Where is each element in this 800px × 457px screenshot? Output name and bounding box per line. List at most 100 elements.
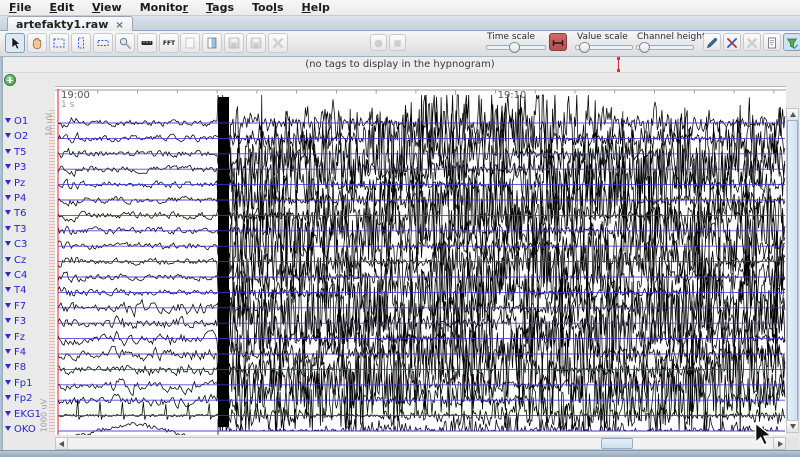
channel-label-F4[interactable]: F4 — [5, 346, 53, 359]
snap-to-page-toggle[interactable] — [549, 33, 567, 51]
record-button[interactable] — [370, 34, 387, 51]
channel-label-C4[interactable]: C4 — [5, 269, 53, 282]
application-window: FileEditViewMonitorTagsToolsHelp artefak… — [0, 0, 800, 457]
channel-collapse-arrow-icon[interactable] — [5, 241, 11, 246]
channel-collapse-arrow-icon[interactable] — [5, 349, 11, 354]
vertical-scrollbar-thumb[interactable] — [787, 120, 798, 421]
menu-edit[interactable]: Edit — [41, 0, 83, 14]
scroll-down-arrow[interactable] — [787, 420, 798, 432]
select-row-tool-button[interactable] — [93, 33, 113, 53]
add-tag-button[interactable] — [4, 74, 16, 86]
select-region-tool-button[interactable] — [49, 33, 69, 53]
channel-height-slider[interactable] — [636, 42, 692, 51]
record-icon — [372, 37, 385, 50]
edit-signal-parameters-button[interactable] — [703, 33, 721, 51]
channel-collapse-arrow-icon[interactable] — [5, 380, 11, 385]
channel-collapse-arrow-icon[interactable] — [5, 395, 11, 400]
channel-collapse-arrow-icon[interactable] — [5, 303, 11, 308]
tab-artefakty1-raw[interactable]: artefakty1.raw× — [7, 16, 133, 31]
hypnogram-panel[interactable]: (no tags to display in the hypnogram) — [0, 57, 800, 73]
document-preferences-button[interactable] — [202, 33, 222, 53]
menu-tools[interactable]: Tools — [243, 0, 293, 14]
channel-label-Fp2[interactable]: Fp2 — [5, 392, 53, 405]
channel-name: T4 — [14, 285, 26, 296]
channel-label-OKO[interactable]: OKO — [5, 423, 53, 436]
new-document-button[interactable] — [180, 33, 200, 53]
channel-collapse-arrow-icon[interactable] — [5, 195, 11, 200]
hypnogram-position-marker[interactable] — [618, 58, 619, 71]
channel-name: F3 — [14, 316, 26, 327]
channel-height-slider-thumb[interactable] — [639, 42, 650, 53]
channel-label-O2[interactable]: O2 — [5, 130, 53, 143]
channel-name: F8 — [14, 362, 26, 373]
channel-collapse-arrow-icon[interactable] — [5, 118, 11, 123]
vertical-scrollbar[interactable] — [786, 108, 799, 433]
channel-label-T6[interactable]: T6 — [5, 207, 53, 220]
stop-button[interactable] — [389, 34, 406, 51]
channel-label-Cz[interactable]: Cz — [5, 254, 53, 267]
channel-collapse-arrow-icon[interactable] — [5, 210, 11, 215]
time-scale-slider[interactable] — [486, 42, 544, 51]
save-document-button[interactable] — [224, 33, 244, 53]
channel-label-T3[interactable]: T3 — [5, 223, 53, 236]
page-icon — [183, 36, 197, 50]
montage-tools-button[interactable] — [723, 33, 741, 51]
channel-label-Pz[interactable]: Pz — [5, 177, 53, 190]
channel-label-T4[interactable]: T4 — [5, 284, 53, 297]
signal-traces — [55, 87, 786, 435]
scroll-left-arrow[interactable] — [56, 438, 68, 449]
channel-collapse-arrow-icon[interactable] — [5, 257, 11, 262]
channel-collapse-arrow-icon[interactable] — [5, 287, 11, 292]
channel-collapse-arrow-icon[interactable] — [5, 133, 11, 138]
filters-button[interactable] — [783, 33, 800, 51]
save-document-as-button[interactable] — [246, 33, 266, 53]
channel-collapse-arrow-icon[interactable] — [5, 426, 11, 431]
channel-label-Fz[interactable]: Fz — [5, 331, 53, 344]
doc-info-icon — [765, 36, 779, 50]
ruler-tool-button[interactable] — [137, 33, 157, 53]
value-scale-slider-thumb[interactable] — [579, 42, 590, 53]
channel-label-F7[interactable]: F7 — [5, 300, 53, 313]
time-scale-slider-thumb[interactable] — [509, 42, 520, 53]
remove-montage-button[interactable] — [743, 33, 761, 51]
value-scale-slider[interactable] — [575, 42, 631, 51]
channel-label-P4[interactable]: P4 — [5, 192, 53, 205]
pointer-tool-button[interactable] — [5, 33, 25, 53]
channel-name: F4 — [14, 347, 26, 358]
channel-collapse-arrow-icon[interactable] — [5, 411, 11, 416]
channel-collapse-arrow-icon[interactable] — [5, 334, 11, 339]
channel-label-F3[interactable]: F3 — [5, 315, 53, 328]
horizontal-scrollbar-thumb[interactable] — [601, 438, 633, 449]
channel-label-Fp1[interactable]: Fp1 — [5, 377, 53, 390]
channel-collapse-arrow-icon[interactable] — [5, 272, 11, 277]
menu-monitor[interactable]: Monitor — [131, 0, 197, 14]
menu-file[interactable]: File — [0, 0, 41, 14]
channel-label-EKG1[interactable]: EKG1 — [5, 408, 53, 421]
channel-collapse-arrow-icon[interactable] — [5, 164, 11, 169]
channel-collapse-arrow-icon[interactable] — [5, 149, 11, 154]
channel-label-F8[interactable]: F8 — [5, 361, 53, 374]
close-document-button[interactable] — [268, 33, 288, 53]
channel-label-C3[interactable]: C3 — [5, 238, 53, 251]
channel-label-T5[interactable]: T5 — [5, 146, 53, 159]
menu-view[interactable]: View — [83, 0, 131, 14]
signal-plot-area[interactable]: 19:00 19:10 1 s — [55, 86, 786, 435]
menu-tags[interactable]: Tags — [197, 0, 243, 14]
horizontal-scrollbar[interactable] — [55, 437, 786, 450]
channel-name: P4 — [14, 193, 26, 204]
tab-close-icon[interactable]: × — [115, 20, 123, 31]
select-column-tool-button[interactable] — [71, 33, 91, 53]
channel-collapse-arrow-icon[interactable] — [5, 226, 11, 231]
channel-height-label: Channel height — [637, 32, 706, 42]
channel-collapse-arrow-icon[interactable] — [5, 180, 11, 185]
channel-label-P3[interactable]: P3 — [5, 161, 53, 174]
hand-tool-button[interactable] — [27, 33, 47, 53]
fft-tool-button[interactable]: FFT — [159, 33, 179, 53]
channel-label-O1[interactable]: O1 — [5, 115, 53, 128]
channel-collapse-arrow-icon[interactable] — [5, 364, 11, 369]
menu-help[interactable]: Help — [293, 0, 339, 14]
magnifier-tool-button[interactable] — [115, 33, 135, 53]
channel-collapse-arrow-icon[interactable] — [5, 318, 11, 323]
document-info-button[interactable] — [763, 33, 781, 51]
pencil-icon — [705, 36, 719, 50]
